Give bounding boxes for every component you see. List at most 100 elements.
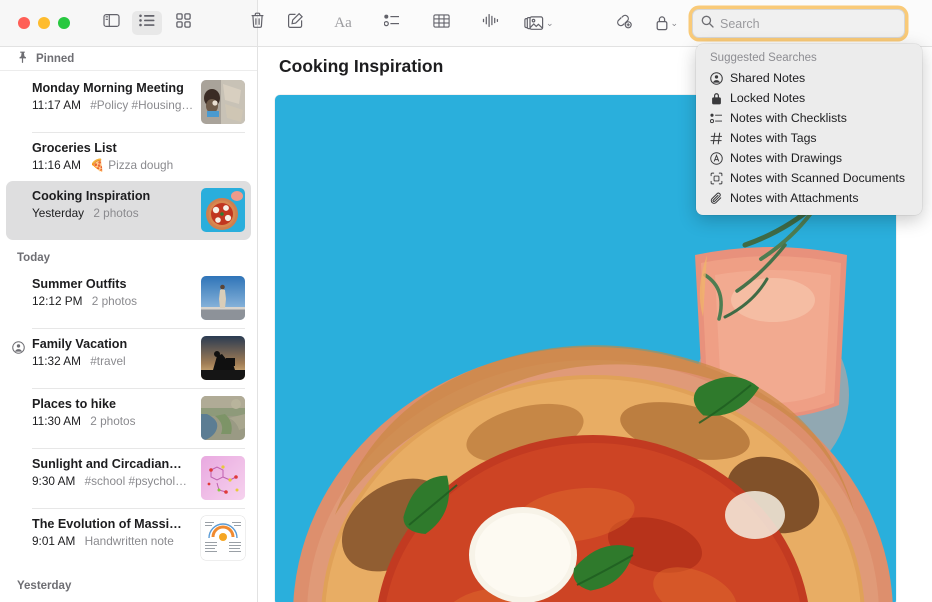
lock-icon — [707, 90, 725, 106]
hash-icon — [707, 130, 725, 146]
suggestion-label: Notes with Attachments — [730, 191, 859, 205]
search-field[interactable] — [692, 9, 905, 38]
pinned-section-header: Pinned — [0, 47, 257, 71]
list-view-icon — [139, 14, 155, 32]
search-input[interactable] — [720, 17, 896, 31]
sidebar-icon — [103, 13, 120, 33]
note-row[interactable]: Sunlight and Circadian… 9:30 AM #school … — [6, 449, 251, 508]
note-preview: 2 photos — [92, 294, 137, 308]
note-preview: #Policy #Housing… — [90, 98, 193, 112]
note-meta: 12:12 PM 2 photos — [32, 294, 193, 309]
minimize-window-button[interactable] — [38, 17, 50, 29]
note-thumbnail — [201, 456, 245, 500]
lock-icon — [655, 11, 669, 35]
note-row-selected[interactable]: Cooking Inspiration Yesterday 2 photos — [6, 181, 251, 240]
note-title: Summer Outfits — [32, 276, 193, 292]
note-row[interactable]: Groceries List 11:16 AM 🍕 Pizza dough — [6, 133, 251, 181]
note-text-block: Groceries List 11:16 AM 🍕 Pizza dough — [32, 140, 245, 173]
zoom-window-button[interactable] — [58, 17, 70, 29]
note-preview: 2 photos — [93, 206, 138, 220]
format-toolbar-group: Aa — [328, 11, 554, 35]
pinned-label: Pinned — [36, 53, 74, 65]
note-row[interactable]: Yosemite National Park — [6, 597, 251, 602]
suggestion-shared-notes[interactable]: Shared Notes — [696, 68, 922, 88]
note-meta: 9:01 AM Handwritten note — [32, 534, 193, 549]
note-title: Cooking Inspiration — [32, 188, 193, 204]
note-thumbnail — [201, 188, 245, 232]
new-note-button[interactable] — [280, 11, 310, 35]
note-thumbnail — [201, 516, 245, 560]
search-field-container — [692, 9, 905, 38]
shared-note-icon — [12, 341, 25, 359]
note-preview: Handwritten note — [85, 534, 174, 548]
note-meta: 11:30 AM 2 photos — [32, 414, 193, 429]
note-time: 11:30 AM — [32, 414, 81, 428]
note-preview: #travel — [90, 354, 125, 368]
record-audio-button[interactable] — [475, 11, 505, 35]
note-title: The Evolution of Massi… — [32, 516, 193, 532]
note-title: Monday Morning Meeting — [32, 80, 193, 96]
note-time: Yesterday — [32, 206, 84, 220]
note-meta: 11:16 AM 🍕 Pizza dough — [32, 158, 245, 173]
suggested-searches-popover: Suggested Searches Shared Notes Locked N… — [696, 44, 922, 215]
format-text-button[interactable]: Aa — [328, 11, 358, 35]
table-icon — [433, 14, 450, 33]
note-time: 9:30 AM — [32, 474, 75, 488]
lock-note-button[interactable]: ⌄ — [655, 11, 679, 35]
checklist-icon — [707, 110, 725, 126]
list-view-button[interactable] — [132, 11, 162, 35]
suggestion-notes-with-tags[interactable]: Notes with Tags — [696, 128, 922, 148]
note-row[interactable]: Summer Outfits 12:12 PM 2 photos — [6, 269, 251, 328]
media-chevron-down-icon: ⌄ — [546, 18, 554, 29]
note-time: 11:32 AM — [32, 354, 81, 368]
note-thumbnail — [201, 276, 245, 320]
compose-icon — [287, 12, 304, 34]
pin-icon — [17, 50, 28, 68]
notes-list-sidebar[interactable]: Pinned Monday Morning Meeting 11:17 AM #… — [0, 47, 258, 602]
gallery-view-button[interactable] — [168, 11, 198, 35]
text-format-icon: Aa — [334, 15, 352, 32]
note-time: 11:17 AM — [32, 98, 81, 112]
suggestion-notes-with-scanned-documents[interactable]: Notes with Scanned Documents — [696, 168, 922, 188]
note-text-block: The Evolution of Massi… 9:01 AM Handwrit… — [32, 516, 193, 549]
traffic-lights — [18, 17, 70, 29]
close-window-button[interactable] — [18, 17, 30, 29]
suggestion-label: Locked Notes — [730, 91, 805, 105]
note-row[interactable]: Places to hike 11:30 AM 2 photos — [6, 389, 251, 448]
note-title: Sunlight and Circadian… — [32, 456, 193, 472]
checklist-button[interactable] — [377, 11, 407, 35]
suggestion-notes-with-drawings[interactable]: Notes with Drawings — [696, 148, 922, 168]
note-time: 11:16 AM — [32, 158, 81, 172]
collaborate-button[interactable] — [608, 11, 638, 35]
table-button[interactable] — [426, 11, 456, 35]
note-meta: Yesterday 2 photos — [32, 206, 193, 221]
lock-chevron-down-icon: ⌄ — [671, 18, 679, 29]
note-meta: 11:17 AM #Policy #Housing… — [32, 98, 193, 113]
suggestion-notes-with-attachments[interactable]: Notes with Attachments — [696, 188, 922, 208]
checklist-icon — [384, 14, 400, 32]
suggestion-label: Notes with Drawings — [730, 151, 842, 165]
drawing-icon — [707, 150, 725, 166]
note-preview: #school #psychol… — [85, 474, 187, 488]
note-thumbnail — [201, 80, 245, 124]
suggestion-notes-with-checklists[interactable]: Notes with Checklists — [696, 108, 922, 128]
notes-window: Aa — [0, 0, 932, 602]
note-row[interactable]: Monday Morning Meeting 11:17 AM #Policy … — [6, 73, 251, 132]
suggestion-label: Notes with Scanned Documents — [730, 171, 905, 185]
note-title: Groceries List — [32, 140, 245, 156]
note-preview: 🍕 Pizza dough — [90, 158, 173, 172]
today-section-header: Today — [0, 240, 257, 269]
suggested-searches-header: Suggested Searches — [696, 50, 922, 68]
note-row[interactable]: Family Vacation 11:32 AM #travel — [6, 329, 251, 388]
note-time: 9:01 AM — [32, 534, 75, 548]
gallery-view-icon — [176, 13, 191, 33]
sidebar-toggle-button[interactable] — [96, 11, 126, 35]
scan-icon — [707, 170, 725, 186]
note-thumbnail — [201, 336, 245, 380]
suggestion-locked-notes[interactable]: Locked Notes — [696, 88, 922, 108]
note-time: 12:12 PM — [32, 294, 83, 308]
note-text-block: Sunlight and Circadian… 9:30 AM #school … — [32, 456, 193, 489]
add-media-button[interactable]: ⌄ — [524, 11, 554, 35]
note-thumbnail — [201, 396, 245, 440]
note-row[interactable]: The Evolution of Massi… 9:01 AM Handwrit… — [6, 509, 251, 568]
